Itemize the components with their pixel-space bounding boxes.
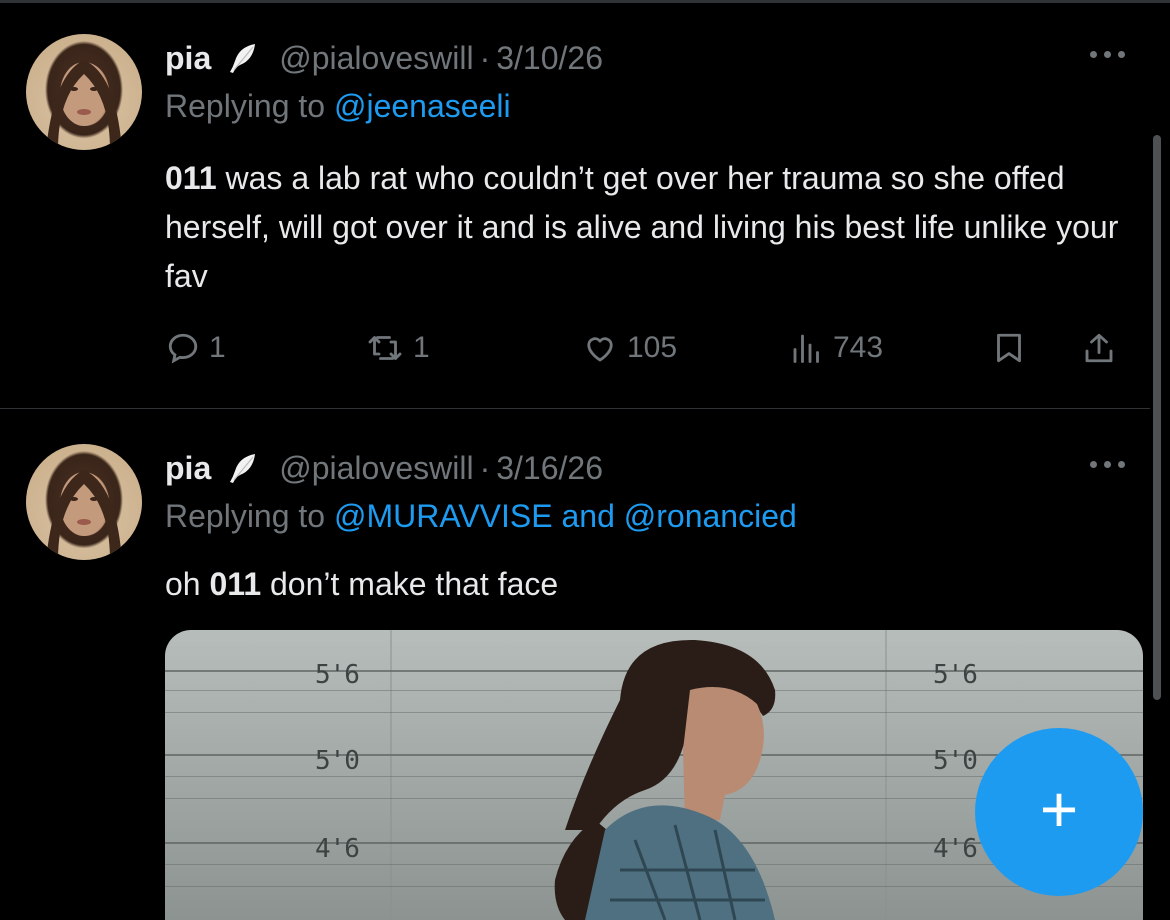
height-label: 5'6 — [933, 660, 978, 690]
avatar[interactable] — [26, 34, 142, 150]
separator-dot: · — [479, 449, 491, 486]
tweet-header: pia @pialoveswill · 3/16/26 — [165, 446, 603, 490]
compose-button[interactable]: + — [975, 728, 1143, 896]
tweet-divider — [0, 408, 1150, 409]
tweet-text: 011 was a lab rat who couldn’t get over … — [165, 154, 1130, 301]
height-label: 4'6 — [315, 834, 360, 864]
author-handle[interactable]: @pialoveswill — [279, 40, 473, 77]
replying-prefix: Replying to — [165, 88, 334, 124]
tweet-1[interactable]: pia @pialoveswill · 3/10/26 Replying to … — [0, 14, 1150, 408]
more-icon[interactable] — [1090, 454, 1136, 474]
height-label: 5'6 — [315, 660, 360, 690]
replying-to: Replying to @jeenaseeli — [165, 88, 511, 125]
height-label: 4'6 — [933, 834, 978, 864]
tweet-date[interactable]: 3/10/26 — [496, 40, 603, 77]
separator-dot: · — [479, 39, 491, 76]
mention-link[interactable]: @jeenaseeli — [334, 88, 511, 124]
retweet-icon — [368, 336, 402, 360]
mention-link[interactable]: @MURAVVISE — [334, 498, 553, 534]
reply-icon — [168, 333, 198, 364]
wall-seam — [885, 630, 887, 920]
tweet-text: oh 011 don’t make that face — [165, 560, 1130, 609]
tweet-text-bold: 011 — [209, 566, 262, 602]
reply-count: 1 — [209, 331, 226, 364]
replying-prefix: Replying to — [165, 498, 334, 534]
views-button[interactable]: 743 — [789, 326, 883, 370]
tweet-text-bold: 011 — [165, 160, 217, 196]
scrollbar[interactable] — [1153, 135, 1161, 700]
like-icon — [587, 337, 613, 362]
replying-and: and — [552, 498, 624, 534]
tweet-text-after: don’t make that face — [261, 566, 559, 602]
author-handle[interactable]: @pialoveswill — [279, 450, 473, 487]
more-icon[interactable] — [1090, 44, 1136, 64]
feather-icon — [230, 44, 256, 73]
bookmark-icon — [997, 333, 1021, 363]
bookmark-button[interactable] — [991, 326, 1027, 370]
tweet-header: pia @pialoveswill · 3/10/26 — [165, 36, 603, 80]
height-label: 5'0 — [933, 746, 978, 776]
like-count: 105 — [627, 331, 678, 364]
tweet-text-before: oh — [165, 566, 210, 602]
mention-link-2[interactable]: @ronancied — [624, 498, 797, 534]
like-button[interactable]: 105 — [581, 326, 677, 370]
author-name[interactable]: pia — [165, 450, 211, 487]
tweet-date[interactable]: 3/16/26 — [496, 450, 603, 487]
retweet-count: 1 — [413, 331, 430, 364]
view-count: 743 — [833, 331, 884, 364]
plus-icon: + — [1039, 772, 1079, 846]
replying-to: Replying to @MURAVVISE and @ronancied — [165, 498, 797, 535]
top-border — [0, 0, 1170, 3]
person-figure — [554, 639, 776, 920]
retweet-button[interactable]: 1 — [365, 326, 430, 370]
tweet-text-rest: was a lab rat who couldn’t get over her … — [165, 160, 1119, 294]
action-bar: 1 1 105 743 — [165, 326, 1145, 370]
height-label: 5'0 — [315, 746, 360, 776]
avatar[interactable] — [26, 444, 142, 560]
wall-seam — [390, 630, 392, 920]
share-icon — [1085, 333, 1113, 363]
views-icon — [793, 334, 819, 363]
reply-button[interactable]: 1 — [165, 326, 226, 370]
feather-icon — [230, 454, 256, 483]
author-name[interactable]: pia — [165, 40, 211, 77]
share-button[interactable] — [1081, 326, 1117, 370]
